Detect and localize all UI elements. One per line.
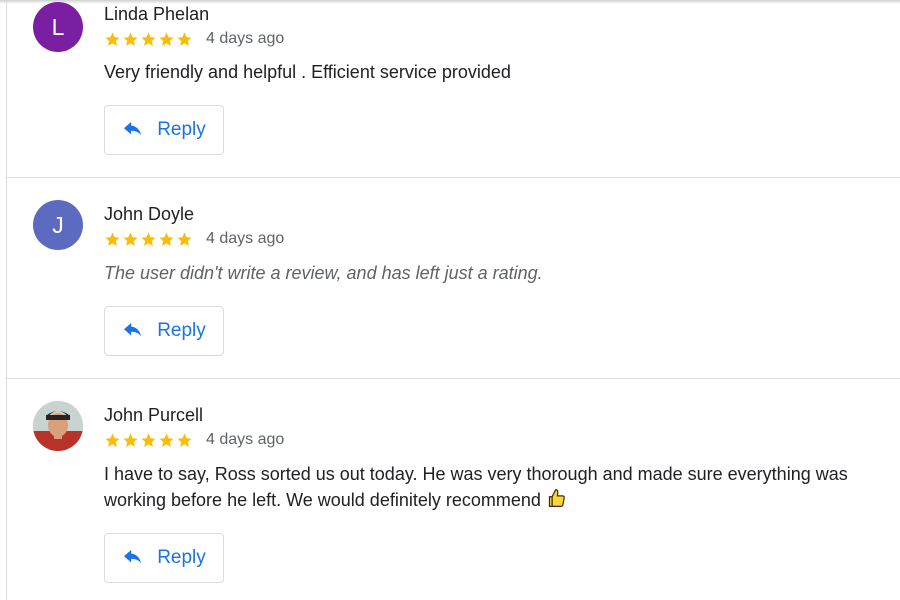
divider [6, 378, 900, 379]
star-icon [159, 432, 174, 447]
star-icon [105, 432, 120, 447]
star-rating [104, 432, 193, 449]
star-icon [141, 432, 156, 447]
reply-label: Reply [157, 320, 206, 341]
review-text: I have to say, Ross sorted us out today.… [104, 461, 874, 513]
review-text: Very friendly and helpful . Efficient se… [104, 62, 511, 82]
star-icon [177, 231, 192, 246]
reply-button[interactable]: Reply [104, 533, 224, 583]
divider [6, 177, 900, 178]
reply-button[interactable]: Reply [104, 306, 224, 356]
avatar[interactable]: J [33, 200, 83, 250]
star-icon [177, 432, 192, 447]
star-icon [177, 31, 192, 46]
rating-row: 4 days ago [104, 30, 284, 48]
rating-row: 4 days ago [104, 230, 284, 248]
thumbs-up-icon [548, 489, 565, 507]
star-icon [105, 31, 120, 46]
star-icon [123, 31, 138, 46]
star-icon [141, 231, 156, 246]
reply-label: Reply [157, 547, 206, 568]
star-icon [159, 231, 174, 246]
reply-button[interactable]: Reply [104, 105, 224, 155]
reviewer-name[interactable]: John Purcell [104, 405, 203, 426]
no-review-text: The user didn't write a review, and has … [104, 263, 543, 283]
star-rating [104, 31, 193, 48]
star-rating [104, 231, 193, 248]
avatar[interactable]: L [33, 2, 83, 52]
star-icon [123, 231, 138, 246]
review-time: 4 days ago [206, 431, 285, 448]
review-time: 4 days ago [206, 230, 285, 247]
reply-label: Reply [157, 119, 206, 140]
star-icon [159, 31, 174, 46]
review-text-body: I have to say, Ross sorted us out today.… [104, 464, 848, 510]
reply-arrow-icon [124, 322, 142, 337]
review-time: 4 days ago [206, 30, 285, 47]
reply-arrow-icon [124, 121, 142, 136]
reviewer-name[interactable]: John Doyle [104, 204, 194, 225]
reviewer-name[interactable]: Linda Phelan [104, 4, 209, 25]
profile-photo-icon [33, 401, 83, 451]
star-icon [123, 432, 138, 447]
avatar[interactable] [33, 401, 83, 451]
star-icon [141, 31, 156, 46]
reply-arrow-icon [124, 549, 142, 564]
star-icon [105, 231, 120, 246]
avatar-letter: J [52, 211, 64, 238]
avatar-letter: L [51, 13, 65, 40]
rating-row: 4 days ago [104, 431, 284, 449]
